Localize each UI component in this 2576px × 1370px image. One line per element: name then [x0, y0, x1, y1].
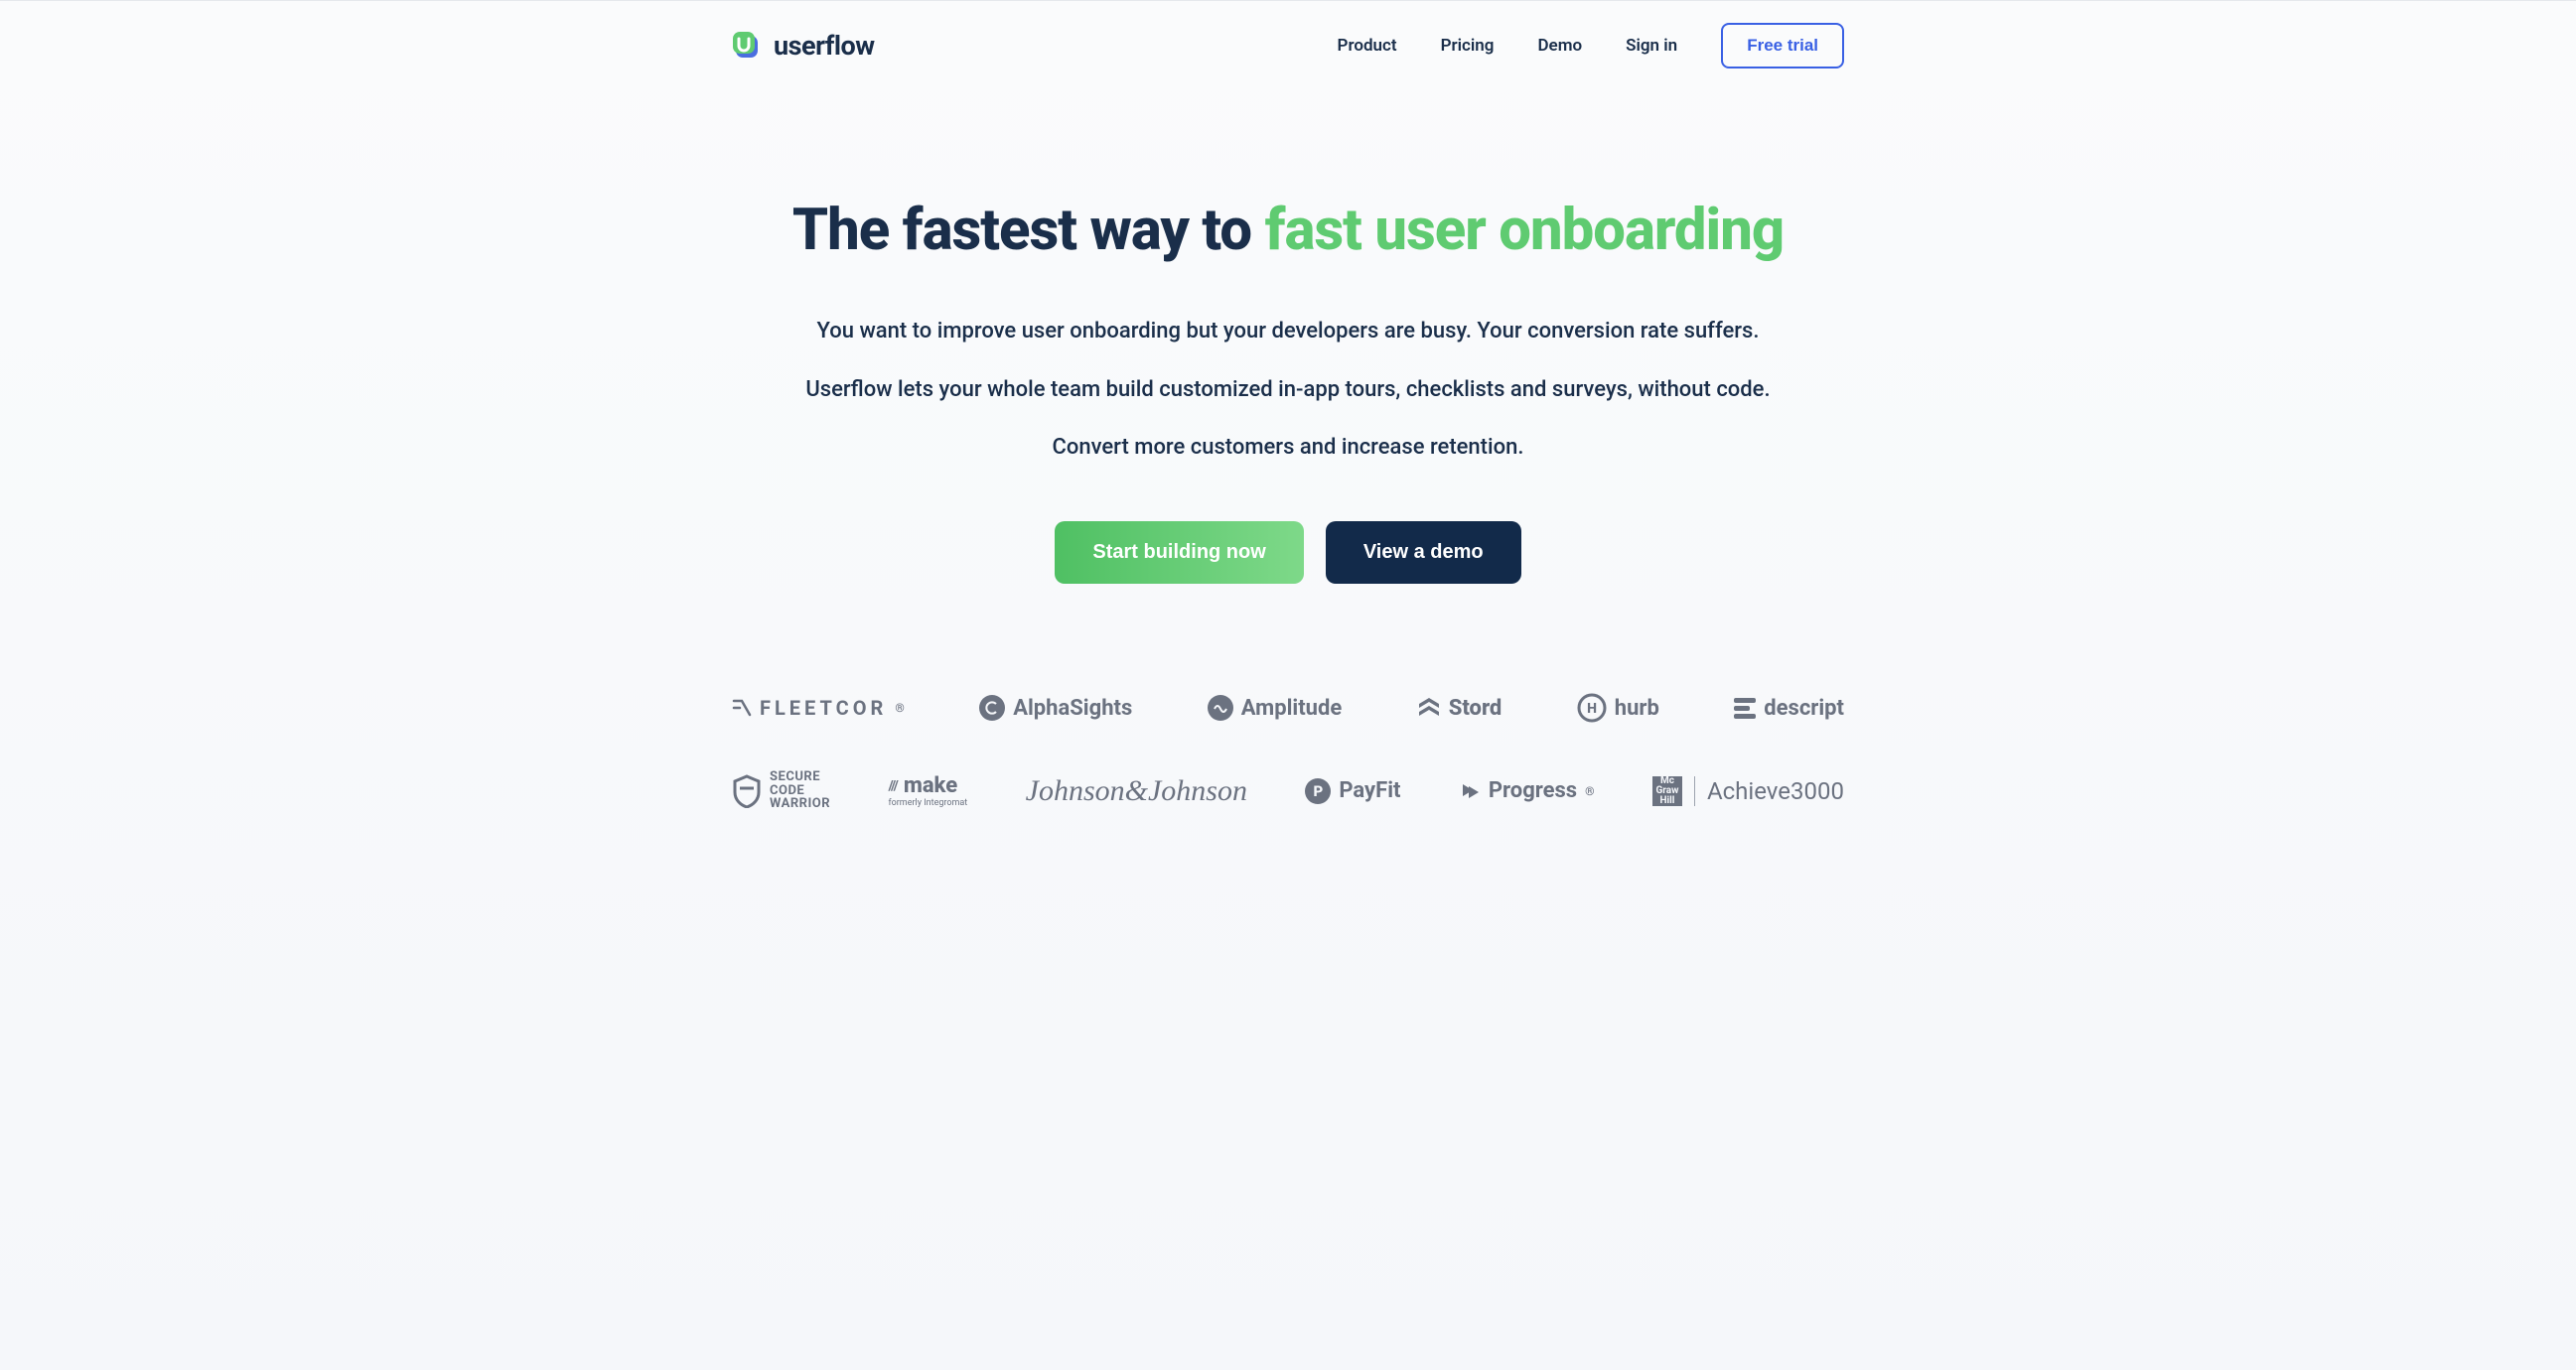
- make-icon: ///: [889, 778, 898, 794]
- hero-sub-1: You want to improve user onboarding but …: [732, 317, 1844, 347]
- client-fleetcor: FLEETCOR®: [732, 696, 905, 720]
- nav-demo[interactable]: Demo: [1537, 36, 1582, 56]
- free-trial-button[interactable]: Free trial: [1721, 23, 1844, 68]
- client-amplitude: Amplitude: [1208, 695, 1343, 721]
- client-make: /// make formerly Integromat: [889, 773, 968, 808]
- nav-links: Product Pricing Demo Sign in Free trial: [1338, 23, 1844, 68]
- client-descript: descript: [1734, 696, 1844, 721]
- client-alphasights: AlphaSights: [979, 695, 1132, 721]
- stord-icon: [1417, 696, 1441, 720]
- progress-icon: [1459, 780, 1481, 802]
- cta-row: Start building now View a demo: [732, 521, 1844, 584]
- nav-pricing[interactable]: Pricing: [1441, 36, 1495, 56]
- hurb-icon: H: [1577, 693, 1607, 723]
- descript-icon: [1734, 698, 1756, 719]
- mcgrawhill-icon: Mc Graw Hill: [1652, 776, 1682, 806]
- client-mcgraw-achieve: Mc Graw Hill Achieve3000: [1652, 776, 1844, 806]
- svg-text:H: H: [1587, 701, 1597, 717]
- logo-icon: [732, 30, 764, 62]
- payfit-icon: P: [1305, 778, 1331, 804]
- alphasights-icon: [979, 695, 1005, 721]
- main-nav: userflow Product Pricing Demo Sign in Fr…: [732, 23, 1844, 68]
- hero-title: The fastest way to fast user onboarding: [732, 200, 1844, 263]
- hero-title-prefix: The fastest way to: [792, 197, 1265, 264]
- hero-sub-3: Convert more customers and increase rete…: [732, 433, 1844, 464]
- client-progress: Progress®: [1459, 778, 1595, 803]
- shield-icon: [732, 774, 762, 808]
- hero-section: The fastest way to fast user onboarding …: [692, 90, 1884, 584]
- nav-signin[interactable]: Sign in: [1626, 36, 1677, 56]
- hero-sub-2: Userflow lets your whole team build cust…: [732, 375, 1844, 406]
- hero-title-accent: fast user onboarding: [1265, 197, 1785, 264]
- client-stord: Stord: [1417, 696, 1503, 721]
- client-hurb: H hurb: [1577, 693, 1659, 723]
- client-payfit: P PayFit: [1305, 778, 1400, 804]
- client-logos: FLEETCOR® AlphaSights Amplitude Stord H …: [692, 693, 1884, 918]
- view-demo-button[interactable]: View a demo: [1326, 521, 1521, 584]
- client-johnson-and-johnson: Johnson&Johnson: [1026, 774, 1247, 808]
- start-building-button[interactable]: Start building now: [1055, 521, 1303, 584]
- logo-row-2: SECURE CODE WARRIOR /// make formerly In…: [732, 770, 1844, 811]
- logo-row-1: FLEETCOR® AlphaSights Amplitude Stord H …: [732, 693, 1844, 723]
- nav-product[interactable]: Product: [1338, 36, 1397, 56]
- amplitude-icon: [1208, 695, 1233, 721]
- hero-subtext: You want to improve user onboarding but …: [732, 317, 1844, 464]
- client-secure-code-warrior: SECURE CODE WARRIOR: [732, 770, 830, 811]
- logo[interactable]: userflow: [732, 30, 875, 62]
- logo-text: userflow: [774, 30, 875, 62]
